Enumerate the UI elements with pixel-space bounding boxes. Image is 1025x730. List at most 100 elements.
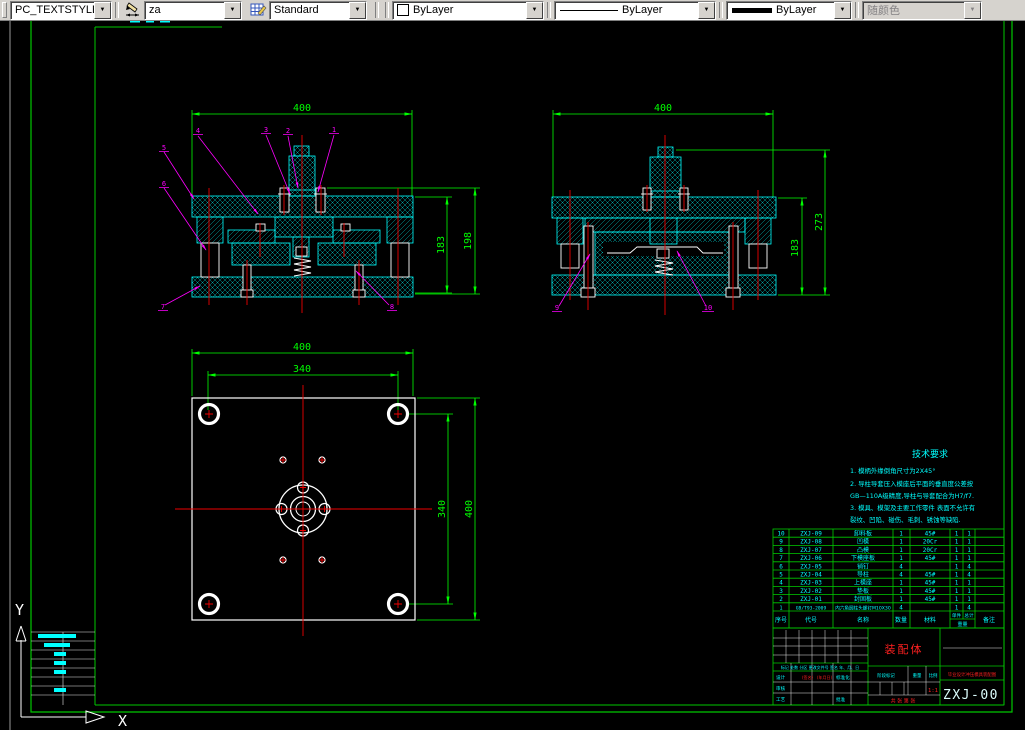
leader-9: 9 [555, 304, 559, 312]
leader-10: 10 [704, 304, 712, 312]
svg-text:1: 1 [955, 539, 959, 546]
dim-400: 400 [654, 103, 672, 114]
binding-strip [31, 631, 95, 705]
bom-row: 5 ZXJ-04 导柱 4 45# 1 4 [779, 571, 971, 579]
chevron-down-icon: ▼ [964, 1, 981, 19]
svg-text:4: 4 [967, 563, 971, 570]
chevron-down-icon[interactable]: ▼ [698, 1, 715, 19]
svg-text:4: 4 [967, 604, 971, 611]
dim-273: 273 [814, 213, 825, 231]
leader-7: 7 [161, 303, 165, 311]
svg-text:1: 1 [955, 572, 959, 579]
leader-5: 5 [162, 144, 166, 152]
drawing-canvas[interactable]: Y X 400 183 198 1 2 3 4 5 6 7 8 400 273 … [0, 0, 1025, 730]
title-block: 标记 处数 分区 更改文件号 签名 年、月、日 设计 标准化 审核 工艺 批准 … [772, 627, 1005, 706]
svg-text:1: 1 [955, 580, 959, 587]
svg-text:ZXJ-06: ZXJ-06 [800, 555, 822, 562]
svg-text:垫板: 垫板 [857, 587, 869, 595]
svg-text:ZXJ-04: ZXJ-04 [800, 572, 822, 579]
chevron-down-icon[interactable]: ▼ [349, 1, 366, 19]
linetype-control-combo[interactable]: ByLayer ▼ [554, 0, 716, 20]
svg-text:封固板: 封固板 [854, 595, 872, 603]
chevron-down-icon[interactable]: ▼ [94, 1, 111, 19]
toolbar-separator [375, 2, 379, 18]
bom-h-name: 名称 [857, 616, 869, 624]
tb-review: 审核 [776, 685, 786, 692]
svg-text:1: 1 [955, 588, 959, 595]
color-value: ByLayer [413, 4, 454, 16]
svg-text:ZXJ-01: ZXJ-01 [800, 596, 822, 603]
tb-approve: 批准 [836, 696, 846, 703]
ucs-y-label: Y [15, 601, 24, 619]
leader-1: 1 [332, 126, 336, 134]
toolbar-separator [719, 2, 723, 18]
bom-h-total: 总计 [964, 612, 974, 619]
ucs-x-label: X [118, 712, 127, 730]
svg-text:1: 1 [955, 547, 959, 554]
table-style-combo[interactable]: Standard ▼ [269, 0, 367, 20]
svg-text:3: 3 [779, 588, 783, 595]
tb-process: 工艺 [776, 697, 786, 703]
dimension-style-icon[interactable] [123, 1, 143, 19]
svg-text:ZXJ-02: ZXJ-02 [800, 588, 822, 595]
svg-text:1: 1 [899, 596, 903, 603]
bom-table: 序号 代号 名称 数量 材料 单件 总计 重量 备注 10 ZXJ-09 卸料板 1 4… [772, 528, 1005, 629]
dim-340: 340 [293, 364, 311, 375]
tb-drawing-no: ZXJ-00 [943, 688, 999, 703]
leader-2: 2 [286, 127, 290, 135]
svg-text:2: 2 [779, 596, 783, 603]
leader-4: 4 [196, 127, 200, 135]
dim-183: 183 [790, 239, 801, 257]
svg-text:1: 1 [955, 604, 959, 611]
tb-scale: 1:1 [928, 688, 938, 694]
svg-text:卸料板: 卸料板 [854, 530, 872, 538]
table-style-icon[interactable] [248, 1, 268, 19]
toolbar-grip[interactable] [2, 2, 7, 18]
svg-text:7: 7 [779, 555, 783, 562]
text-style-combo[interactable]: PC_TEXTSTYLE ▼ [10, 0, 112, 20]
svg-text:凸模: 凸模 [857, 546, 869, 554]
chevron-down-icon[interactable]: ▼ [224, 1, 241, 19]
bom-h-seq: 序号 [775, 616, 787, 624]
tb-row-marks: 标记 处数 分区 更改文件号 签名 年、月、日 [781, 664, 859, 670]
svg-text:4: 4 [899, 563, 903, 570]
tech-req-line: GB—110A级精度,导柱与导套配合为H7/f7. [850, 491, 974, 500]
plot-style-combo: 随颜色 ▼ [862, 0, 982, 20]
bom-row: 9 ZXJ-08 凹模 1 20Cr 1 1 [779, 538, 971, 546]
svg-text:1: 1 [967, 588, 971, 595]
bom-row: 3 ZXJ-02 垫板 1 45# 1 1 [779, 587, 971, 595]
chevron-down-icon[interactable]: ▼ [834, 1, 851, 19]
svg-text:1: 1 [955, 531, 959, 538]
chevron-down-icon[interactable]: ▼ [526, 1, 543, 19]
tech-req-line: 1. 模柄外缘倒角尺寸为2X45° [850, 466, 935, 475]
toolbar-separator [547, 2, 551, 18]
svg-text:4: 4 [779, 580, 783, 587]
svg-text:销钉: 销钉 [857, 562, 869, 570]
dim-style-combo[interactable]: za ▼ [144, 0, 242, 20]
color-control-combo[interactable]: ByLayer ▼ [392, 0, 544, 20]
toolbar-separator [385, 2, 389, 18]
bom-h-unit: 单件 [952, 612, 962, 619]
svg-text:9: 9 [779, 539, 783, 546]
svg-text:1: 1 [779, 605, 782, 611]
svg-text:内六角圆柱头螺钉M10X30: 内六角圆柱头螺钉M10X30 [835, 604, 891, 611]
svg-text:1: 1 [967, 580, 971, 587]
dim-198: 198 [463, 232, 474, 250]
lineweight-control-combo[interactable]: ByLayer ▼ [726, 0, 852, 20]
ucs-icon: Y X [15, 601, 127, 730]
dim-400: 400 [293, 342, 311, 353]
svg-text:1: 1 [967, 555, 971, 562]
dim-340-v: 340 [437, 500, 448, 518]
svg-text:GB/T93-2009: GB/T93-2009 [796, 605, 827, 611]
svg-text:1: 1 [899, 580, 903, 587]
svg-text:下模座板: 下模座板 [851, 554, 875, 562]
tb-stage-mark: 阶段标记 [877, 672, 895, 679]
svg-text:导柱: 导柱 [857, 571, 869, 579]
leader-8: 8 [390, 303, 394, 311]
dim-183: 183 [436, 236, 447, 254]
view-section-closed: 400 273 183 9 10 [551, 103, 830, 315]
svg-text:6: 6 [779, 563, 783, 570]
svg-text:8: 8 [779, 547, 783, 554]
tb-standard: 标准化 [836, 674, 850, 681]
tb-sheets: 共 张 第 张 [891, 698, 916, 705]
